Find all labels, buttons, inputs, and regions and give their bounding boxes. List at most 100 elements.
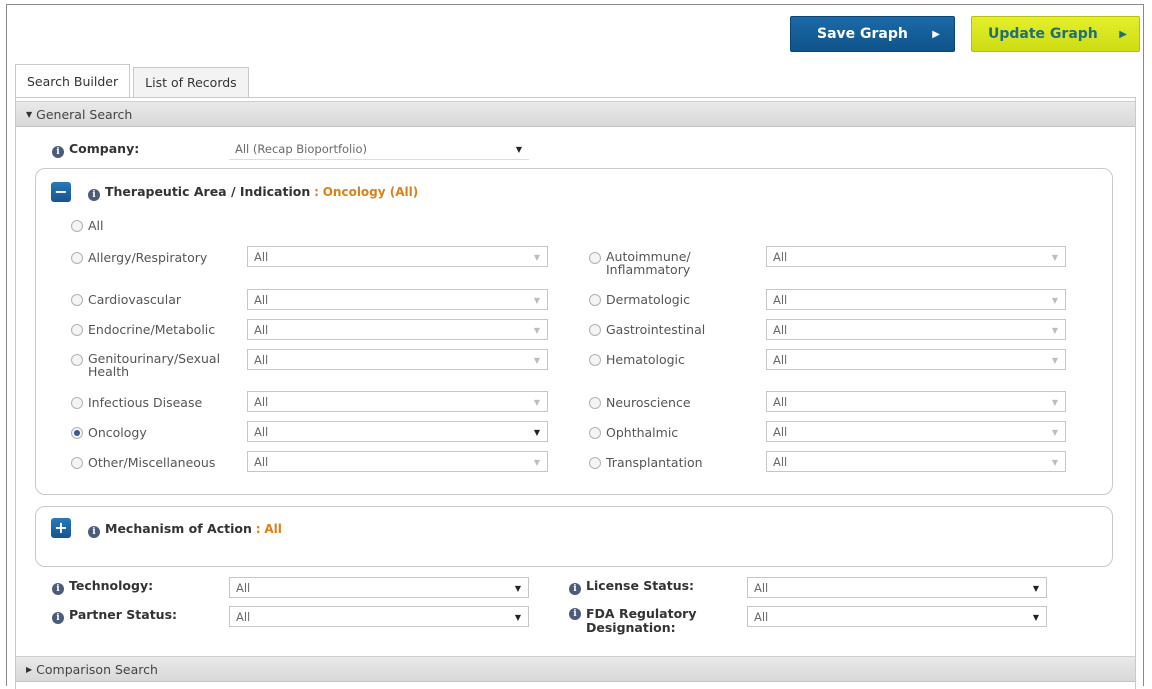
- chevron-down-icon: ▼: [1032, 584, 1039, 593]
- info-icon[interactable]: i: [52, 583, 64, 595]
- update-graph-button[interactable]: Update Graph ▶: [971, 16, 1140, 52]
- license-status-select[interactable]: All ▼: [747, 577, 1047, 598]
- option-label: Hematologic: [606, 352, 685, 367]
- radio-other-miscellaneous[interactable]: Other/Miscellaneous: [71, 455, 215, 470]
- chevron-down-icon: ▼: [533, 428, 540, 437]
- radio-gastrointestinal[interactable]: Gastrointestinal: [589, 322, 705, 337]
- allergy-respiratory-select[interactable]: All ▼: [247, 246, 548, 267]
- radio-button[interactable]: [71, 457, 83, 469]
- info-icon[interactable]: i: [88, 189, 100, 201]
- select-value: All: [754, 580, 769, 595]
- radio-button[interactable]: [589, 324, 601, 336]
- cardiovascular-select[interactable]: All ▼: [247, 289, 548, 310]
- option-label: Gastrointestinal: [606, 322, 706, 337]
- radio-allergy-respiratory[interactable]: Allergy/Respiratory: [71, 250, 207, 265]
- radio-button[interactable]: [589, 294, 601, 306]
- radio-transplantation[interactable]: Transplantation: [589, 455, 703, 470]
- info-icon[interactable]: i: [52, 612, 64, 624]
- caret-down-icon: ▼: [26, 109, 33, 119]
- radio-ophthalmic[interactable]: Ophthalmic: [589, 425, 678, 440]
- info-icon[interactable]: i: [569, 583, 581, 595]
- chevron-down-icon: ▼: [514, 613, 521, 622]
- select-value: All: [773, 322, 788, 337]
- collapse-minus-icon[interactable]: −: [51, 182, 71, 202]
- select-value: All: [773, 454, 788, 469]
- company-label: Company:: [69, 141, 140, 156]
- radio-neuroscience[interactable]: Neuroscience: [589, 395, 691, 410]
- radio-autoimmune-inflammatory[interactable]: Autoimmune/ Inflammatory: [589, 250, 726, 276]
- info-icon[interactable]: i: [88, 526, 100, 538]
- radio-button[interactable]: [589, 354, 601, 366]
- arrow-right-icon: ▶: [932, 28, 940, 40]
- dermatologic-select[interactable]: All ▼: [766, 289, 1066, 310]
- select-value: All: [254, 394, 269, 409]
- radio-button-checked[interactable]: [71, 427, 83, 439]
- autoimmune-inflammatory-select[interactable]: All ▼: [766, 246, 1066, 267]
- save-graph-button[interactable]: Save Graph ▶: [790, 16, 955, 52]
- neuroscience-select[interactable]: All ▼: [766, 391, 1066, 412]
- ophthalmic-select[interactable]: All ▼: [766, 421, 1066, 442]
- select-value: All: [773, 394, 788, 409]
- radio-button[interactable]: [71, 220, 83, 232]
- radio-button[interactable]: [71, 354, 83, 366]
- info-icon[interactable]: i: [569, 608, 581, 620]
- general-search-header[interactable]: ▼ General Search: [16, 101, 1135, 127]
- arrow-right-icon: ▶: [1119, 28, 1127, 40]
- genitourinary-sexual-health-select[interactable]: All ▼: [247, 349, 548, 370]
- company-select[interactable]: All (Recap Bioportfolio) ▼: [229, 139, 529, 160]
- chevron-down-icon: ▼: [533, 326, 540, 335]
- company-label-wrap: i Company:: [52, 141, 139, 158]
- transplantation-select[interactable]: All ▼: [766, 451, 1066, 472]
- chevron-down-icon: ▼: [1051, 428, 1058, 437]
- option-label: Ophthalmic: [606, 425, 679, 440]
- chevron-down-icon: ▼: [533, 296, 540, 305]
- chevron-down-icon: ▼: [533, 253, 540, 262]
- technology-select[interactable]: All ▼: [229, 577, 529, 598]
- gastrointestinal-select[interactable]: All ▼: [766, 319, 1066, 340]
- radio-button[interactable]: [589, 427, 601, 439]
- fda-select[interactable]: All ▼: [747, 606, 1047, 627]
- general-search-title: General Search: [36, 106, 133, 122]
- partner-status-select[interactable]: All ▼: [229, 606, 529, 627]
- option-label: Genitourinary/Sexual Health: [88, 351, 221, 379]
- radio-all[interactable]: All: [71, 218, 104, 233]
- save-graph-label: Save Graph: [817, 26, 908, 42]
- radio-button[interactable]: [589, 457, 601, 469]
- radio-oncology[interactable]: Oncology: [71, 425, 147, 440]
- chevron-down-icon: ▼: [1051, 458, 1058, 467]
- comparison-search-header[interactable]: ▶ Comparison Search: [16, 656, 1135, 682]
- chevron-down-icon: ▼: [514, 584, 521, 593]
- other-miscellaneous-select[interactable]: All ▼: [247, 451, 548, 472]
- tab-list-of-records[interactable]: List of Records: [133, 67, 249, 97]
- mechanism-of-action-label: Mechanism of Action: [105, 521, 252, 536]
- radio-all-label: All: [88, 218, 104, 233]
- therapeutic-area-value: Oncology (All): [322, 185, 419, 199]
- select-value: All: [254, 292, 269, 307]
- radio-endocrine-metabolic[interactable]: Endocrine/Metabolic: [71, 322, 215, 337]
- radio-button[interactable]: [589, 252, 601, 264]
- radio-button[interactable]: [71, 252, 83, 264]
- radio-button[interactable]: [71, 324, 83, 336]
- option-label: Oncology: [88, 425, 147, 440]
- radio-hematologic[interactable]: Hematologic: [589, 352, 685, 367]
- expand-plus-icon[interactable]: +: [51, 518, 71, 538]
- technology-label: Technology:: [69, 578, 154, 593]
- option-label: Cardiovascular: [88, 292, 181, 307]
- endocrine-metabolic-select[interactable]: All ▼: [247, 319, 548, 340]
- radio-genitourinary-sexual-health[interactable]: Genitourinary/Sexual Health: [71, 352, 238, 378]
- radio-infectious-disease[interactable]: Infectious Disease: [71, 395, 202, 410]
- select-value: All: [254, 454, 269, 469]
- technology-label-wrap: i Technology:: [52, 578, 153, 595]
- tab-search-builder[interactable]: Search Builder: [15, 64, 131, 97]
- radio-button[interactable]: [71, 294, 83, 306]
- radio-button[interactable]: [589, 397, 601, 409]
- radio-cardiovascular[interactable]: Cardiovascular: [71, 292, 181, 307]
- infectious-disease-select[interactable]: All ▼: [247, 391, 548, 412]
- oncology-select[interactable]: All ▼: [247, 421, 548, 442]
- radio-button[interactable]: [71, 397, 83, 409]
- hematologic-select[interactable]: All ▼: [766, 349, 1066, 370]
- option-label: Infectious Disease: [88, 395, 203, 410]
- option-label: Autoimmune/ Inflammatory: [606, 249, 691, 277]
- info-icon[interactable]: i: [52, 146, 64, 158]
- radio-dermatologic[interactable]: Dermatologic: [589, 292, 690, 307]
